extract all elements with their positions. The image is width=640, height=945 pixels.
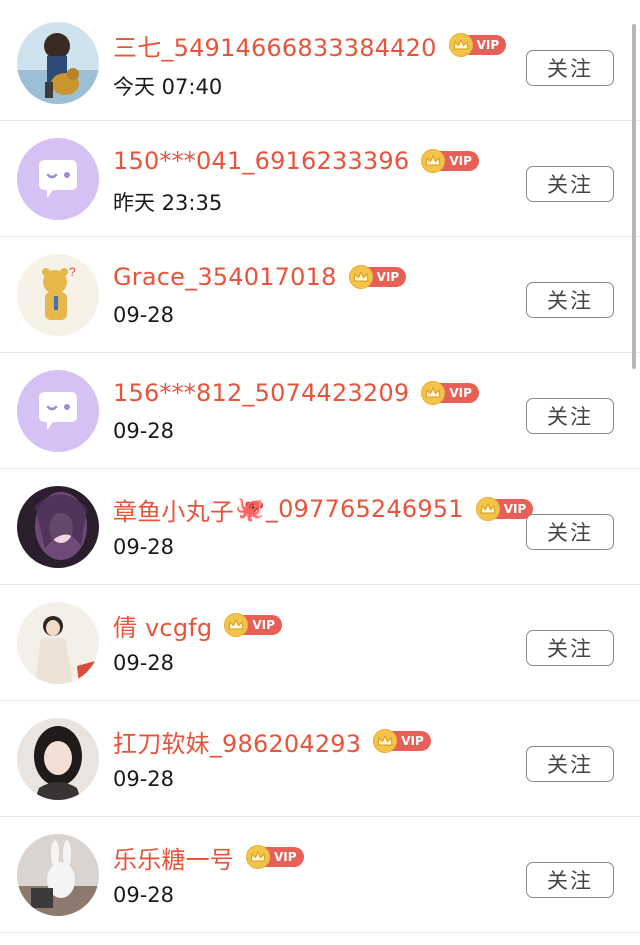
crown-icon (448, 33, 473, 57)
follow-button[interactable]: 关注 (526, 50, 614, 86)
follow-button[interactable]: 关注 (526, 282, 614, 318)
list-item[interactable]: ? Grace_354017018 VIP 09-28 关注 (0, 237, 640, 353)
vip-badge: VIP (421, 381, 479, 405)
list-item[interactable]: 章鱼小丸子 🐙 _097765246951 VIP 09-28 关注 (0, 469, 640, 585)
list-item[interactable]: 倩 vcgfg VIP 09-28 关注 (0, 585, 640, 701)
avatar[interactable] (17, 718, 99, 800)
vip-badge: VIP (475, 497, 534, 521)
list-item[interactable]: 扛刀软妹_986204293 VIP 09-28 关注 (0, 701, 640, 817)
list-item[interactable]: 156***812_5074423209 VIP 09-28 关注 (0, 353, 640, 469)
crown-icon (475, 497, 500, 521)
avatar[interactable] (17, 486, 99, 568)
vip-badge: VIP (421, 149, 479, 173)
timestamp: 昨天 23:35 (113, 191, 223, 215)
vip-badge: VIP (348, 265, 407, 289)
crown-icon (348, 265, 373, 289)
timestamp: 今天 07:40 (113, 75, 223, 99)
username[interactable]: 150***041_6916233396 (113, 147, 409, 175)
vip-badge: VIP (448, 33, 507, 57)
follow-button[interactable]: 关注 (526, 398, 614, 434)
scrollbar[interactable] (632, 24, 636, 369)
username[interactable]: 156***812_5074423209 (113, 379, 409, 407)
username[interactable]: Grace_354017018 (113, 263, 337, 291)
follow-button[interactable]: 关注 (526, 746, 614, 782)
username[interactable]: 章鱼小丸子 (113, 492, 234, 527)
follow-button[interactable]: 关注 (526, 166, 614, 202)
username-suffix[interactable]: _097765246951 (266, 495, 464, 523)
username[interactable]: 倩 vcgfg (113, 608, 212, 643)
avatar[interactable] (17, 834, 99, 916)
crown-icon (246, 845, 270, 869)
timestamp: 09-28 (113, 767, 175, 791)
timestamp: 09-28 (113, 303, 175, 327)
vip-badge: VIP (246, 845, 304, 869)
avatar[interactable] (17, 370, 99, 452)
timestamp: 09-28 (113, 883, 175, 907)
follow-button[interactable]: 关注 (526, 630, 614, 666)
follower-list: 三七_54914666833384420 VIP 今天 07:40 关注 150… (0, 0, 640, 945)
follow-button[interactable]: 关注 (526, 862, 614, 898)
username[interactable]: 三七_54914666833384420 (113, 28, 437, 63)
timestamp: 09-28 (113, 419, 175, 443)
list-item[interactable]: 三七_54914666833384420 VIP 今天 07:40 关注 (0, 5, 640, 121)
avatar[interactable] (17, 138, 99, 220)
svg-text:?: ? (69, 265, 76, 279)
vip-badge: VIP (224, 613, 282, 637)
list-item[interactable]: 150***041_6916233396 VIP 昨天 23:35 关注 (0, 121, 640, 237)
vip-badge: VIP (373, 729, 431, 753)
list-item[interactable]: 乐乐糖一号 VIP 09-28 关注 (0, 817, 640, 933)
octopus-icon: 🐙 (235, 495, 265, 523)
avatar[interactable] (17, 22, 99, 104)
avatar[interactable]: ? (17, 254, 99, 336)
avatar[interactable] (17, 602, 99, 684)
follow-button[interactable]: 关注 (526, 514, 614, 550)
timestamp: 09-28 (113, 535, 175, 559)
username[interactable]: 扛刀软妹_986204293 (113, 724, 361, 759)
username[interactable]: 乐乐糖一号 (113, 840, 234, 875)
timestamp: 09-28 (113, 651, 175, 675)
